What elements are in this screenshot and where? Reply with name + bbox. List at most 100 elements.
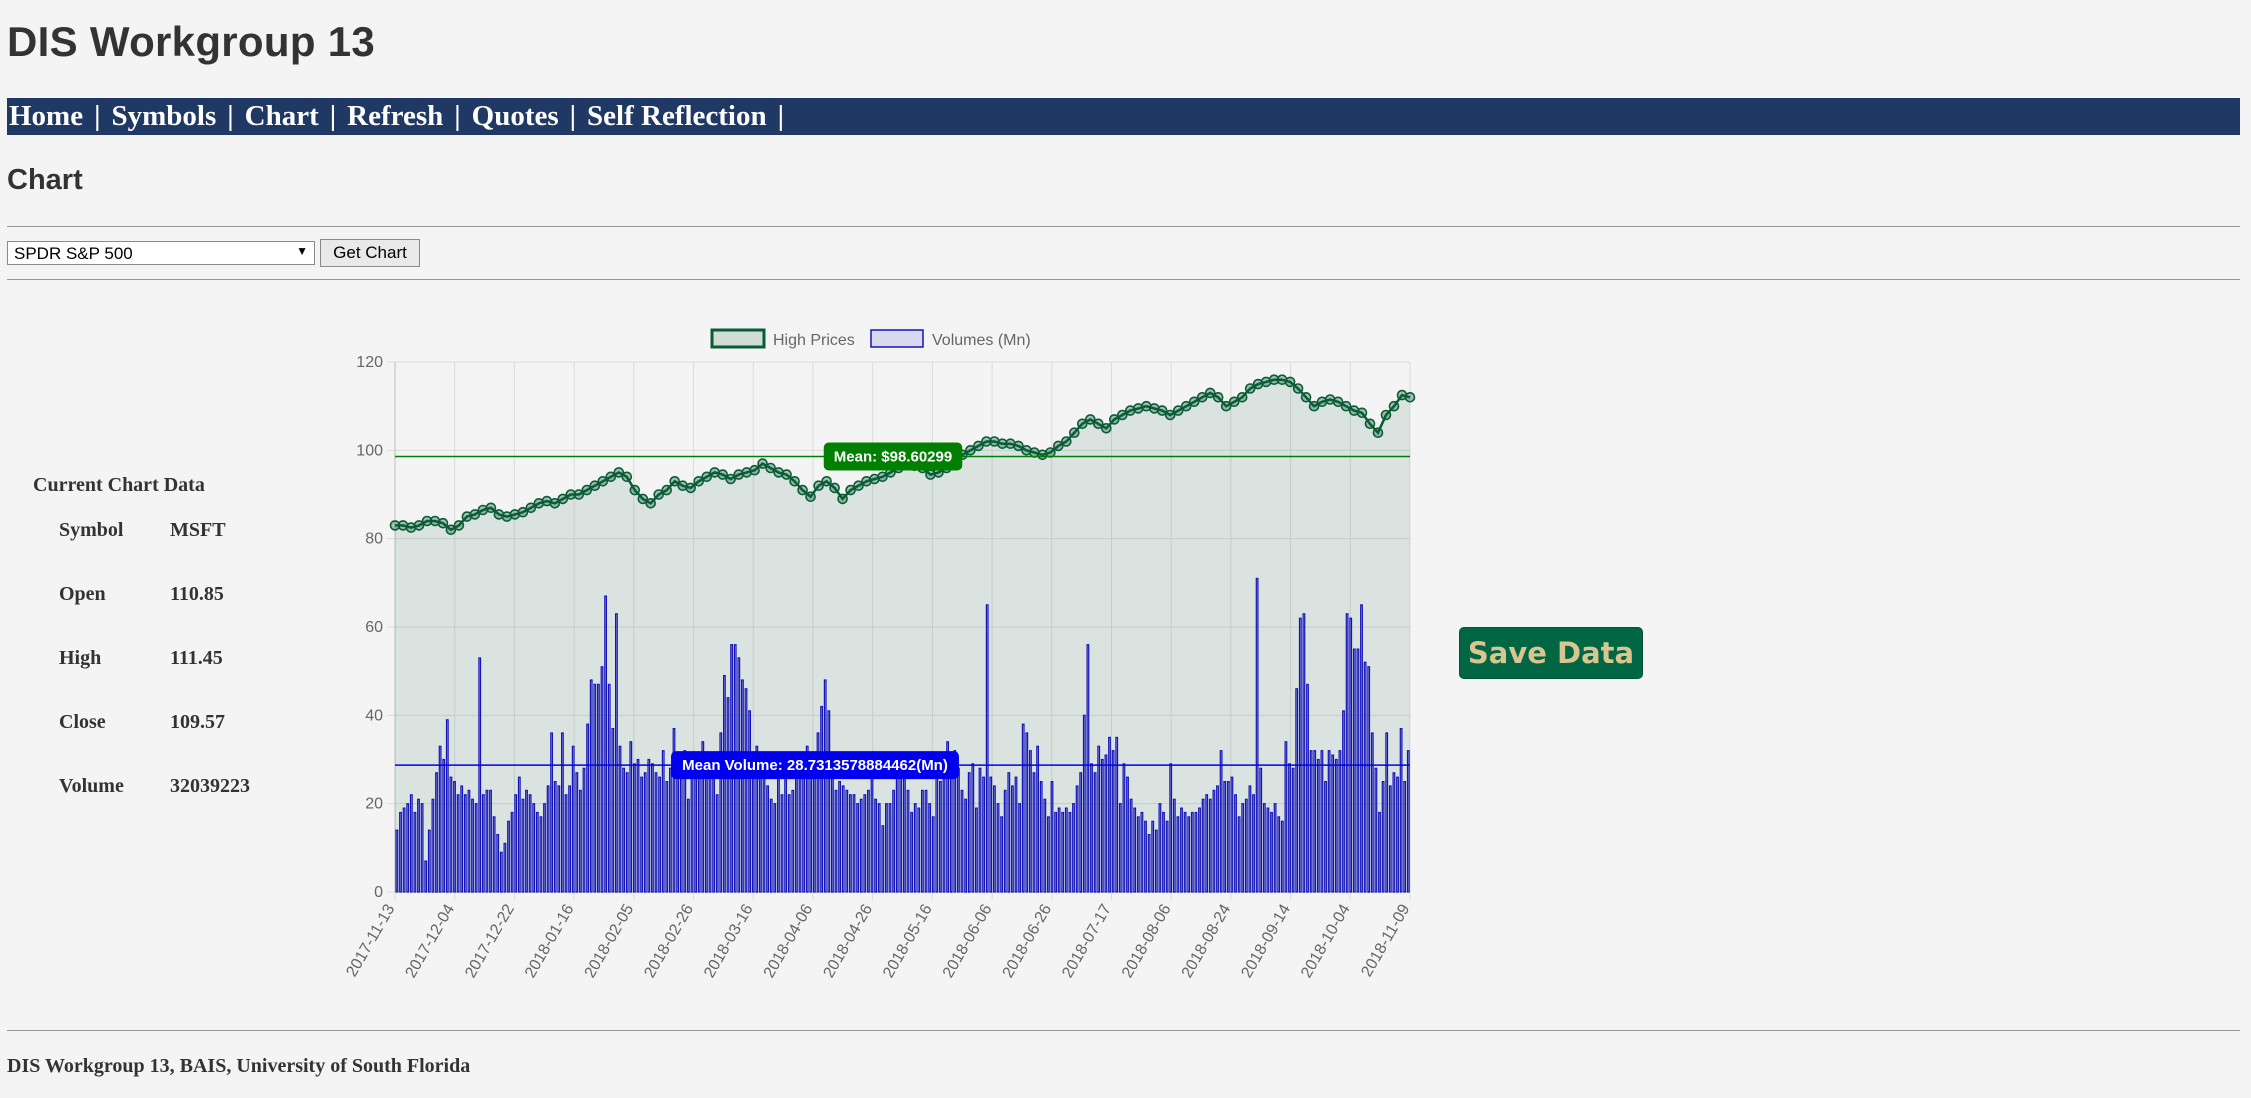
volume-bar [928,803,932,893]
volume-bar [647,758,651,893]
volume-bar [877,803,881,893]
x-tick-label: 2018-06-26 [1000,901,1056,980]
volume-bar [1136,816,1140,893]
nav-home[interactable]: Home [7,100,85,133]
volume-bar [834,789,838,893]
volume-bar [1291,767,1295,893]
volume-bar [913,803,917,893]
volume-bar [1028,750,1032,893]
nav-self-reflection[interactable]: Self Reflection [585,100,769,133]
high-price-point [1292,383,1304,394]
volume-bar [575,772,579,893]
volume-bar [579,789,582,893]
volume-bar [1327,750,1331,893]
volume-bar [485,789,489,893]
data-row-close: Close 109.57 [59,711,250,775]
volume-bar [1068,811,1072,893]
volume-bar [892,789,896,893]
nav-chart[interactable]: Chart [243,100,321,133]
volume-bar [525,789,528,893]
high-price-point [829,482,840,494]
volume-bar [1075,785,1079,893]
volume-bar [741,679,744,893]
volume-bar [1302,613,1306,893]
volume-bar [607,683,611,893]
volume-bar [884,803,888,893]
volume-bar [622,767,626,893]
volume-bar [1345,613,1349,893]
volume-bar [1180,807,1183,893]
data-label: Volume [59,775,124,797]
volume-bar [1216,785,1219,893]
volume-bar [784,758,788,893]
volume-bar [1208,798,1212,893]
nav-refresh[interactable]: Refresh [345,100,445,133]
volume-bar [1320,750,1324,893]
volume-bar [546,785,550,893]
volume-bar [874,798,878,893]
volume-bar [726,697,730,893]
volume-bar [471,798,474,893]
volume-bar [1079,772,1083,893]
x-tick-label: 2018-04-06 [761,901,817,980]
volume-bar [1000,816,1004,893]
volume-bar [1111,750,1115,893]
volume-bar [813,758,816,893]
get-chart-button[interactable]: Get Chart [320,239,420,267]
nav-separator: | [777,100,785,132]
volume-bar [787,794,791,893]
nav-separator: | [454,100,461,132]
volume-bar [1331,754,1335,893]
volume-bar [618,745,622,893]
volume-bar [521,798,525,893]
high-price-point [749,464,760,476]
volume-bar [643,772,647,893]
volume-bar [406,803,410,893]
volume-bar [1151,820,1155,893]
high-price-point [1236,392,1248,403]
save-data-button[interactable]: Save Data [1459,627,1643,679]
nav-quotes[interactable]: Quotes [470,100,561,133]
volume-bar [1378,811,1381,893]
volume-bar [1259,767,1263,893]
volume-bar [1169,763,1173,893]
volume-bar [1100,758,1104,893]
volume-bar [856,803,860,893]
high-price-point [1045,447,1056,458]
legend-high-prices: High Prices [710,328,855,349]
volume-bar [1118,803,1122,893]
nav-separator: | [329,100,337,132]
data-row-open: Open 110.85 [59,583,250,647]
volume-bar [820,705,824,893]
volume-bar [1334,758,1338,893]
volume-bar [1183,811,1187,893]
volume-bar [1403,781,1407,893]
volume-bar [532,803,536,893]
nav-symbols[interactable]: Symbols [109,100,218,133]
volume-bar [1097,745,1101,893]
volume-bar [1241,803,1245,893]
volume-bar [435,772,438,893]
x-tick-label: 2018-11-09 [1358,901,1413,979]
data-label: Open [59,583,106,605]
volume-bar [931,816,935,893]
volume-bar [593,683,597,893]
symbol-select[interactable]: SPDR S&P 500 ▼ [7,241,315,265]
volume-bar [589,679,593,893]
volume-bar [1219,750,1223,893]
volume-bar [676,776,680,893]
chart-canvas: 0 20 40 60 80 100 120 2017-11-13 2017-12-04 2017-… [343,328,1416,980]
volume-bar [697,776,701,893]
volume-bar [1057,807,1061,893]
volume-bar [910,811,914,893]
volume-bar [694,772,698,893]
volume-bar [1039,781,1043,893]
symbol-select-value: SPDR S&P 500 [14,244,133,263]
x-tick-label: 2017-12-22 [462,901,518,980]
volume-bar [777,776,780,893]
y-tick-label: 40 [365,707,383,724]
legend-label: Volumes (Mn) [932,332,1031,349]
volume-bar [679,767,683,893]
volume-bar [1140,811,1144,893]
high-price-point [781,469,792,480]
